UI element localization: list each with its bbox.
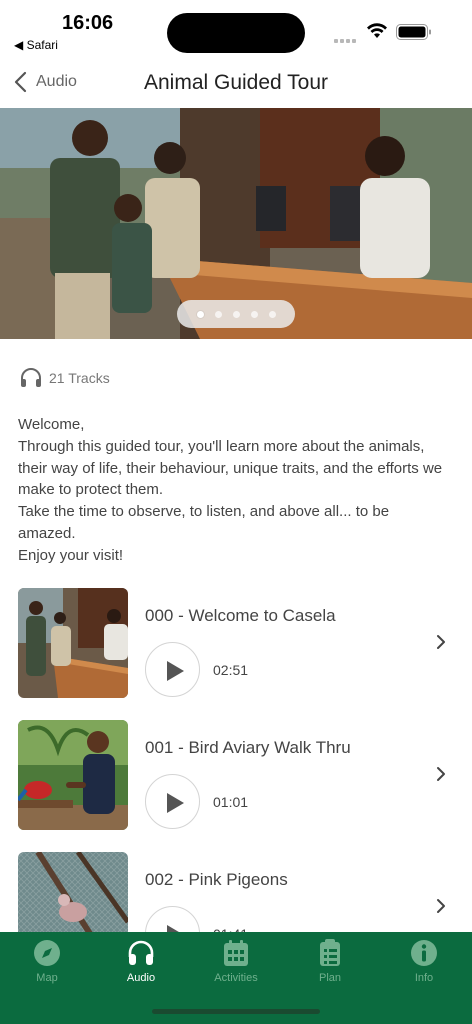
tab-activities[interactable]: Activities <box>196 938 276 994</box>
navigation-bar: Audio Animal Guided Tour <box>0 58 472 108</box>
track-list-item[interactable]: 001 - Bird Aviary Walk Thru 01:01 <box>0 720 472 832</box>
tab-label: Audio <box>126 972 156 984</box>
pager-dot[interactable] <box>214 310 222 318</box>
status-bar: 16:06 ◀ Safari <box>0 0 472 58</box>
play-icon <box>167 661 184 681</box>
tracks-count-label: 21 Tracks <box>49 370 110 386</box>
intro-paragraph: Take the time to observe, to listen, and… <box>18 503 390 542</box>
chevron-right-icon[interactable] <box>434 633 448 651</box>
pager-dot[interactable] <box>268 310 276 318</box>
track-thumbnail <box>18 720 128 830</box>
headphones-icon <box>21 368 41 387</box>
dynamic-island <box>167 13 305 53</box>
play-button[interactable] <box>145 774 200 829</box>
status-time: 16:06 <box>62 12 114 34</box>
intro-paragraph: Through this guided tour, you'll learn m… <box>18 437 443 499</box>
tracks-count: 21 Tracks <box>19 367 110 389</box>
tab-label: Activities <box>214 972 258 984</box>
tab-map[interactable]: Map <box>7 938 87 994</box>
track-title: 001 - Bird Aviary Walk Thru <box>145 738 351 757</box>
track-title: 000 - Welcome to Casela <box>145 606 336 625</box>
tab-audio[interactable]: Audio <box>101 938 181 994</box>
back-to-safari-link[interactable]: ◀ Safari <box>14 38 58 52</box>
pager-dot[interactable] <box>232 310 240 318</box>
tab-label: Plan <box>318 972 342 984</box>
carousel-pager[interactable] <box>177 300 295 328</box>
page-title: Animal Guided Tour <box>143 71 329 94</box>
hero-carousel[interactable] <box>0 108 472 339</box>
tour-description: Welcome, Through this guided tour, you'l… <box>18 414 448 567</box>
tab-label: Info <box>414 972 434 984</box>
home-indicator[interactable] <box>152 1009 320 1014</box>
info-icon <box>411 940 437 966</box>
track-thumbnail <box>18 588 128 698</box>
play-button[interactable] <box>145 642 200 697</box>
track-duration: 02:51 <box>213 662 249 678</box>
play-icon <box>167 793 184 813</box>
battery-icon <box>396 24 431 40</box>
tab-info[interactable]: Info <box>384 938 464 994</box>
track-list-item[interactable]: 000 - Welcome to Casela 02:51 <box>0 588 472 700</box>
cellular-signal-icon <box>334 30 358 48</box>
calendar-icon <box>224 940 248 966</box>
pager-dot[interactable] <box>250 310 258 318</box>
tab-plan[interactable]: Plan <box>290 938 370 994</box>
track-duration: 01:01 <box>213 794 249 810</box>
headphones-icon <box>128 940 154 965</box>
track-title: 002 - Pink Pigeons <box>145 870 288 889</box>
intro-greeting: Welcome, <box>18 416 85 433</box>
clipboard-icon <box>320 939 340 966</box>
chevron-right-icon[interactable] <box>434 765 448 783</box>
chevron-right-icon[interactable] <box>434 897 448 915</box>
compass-icon <box>34 940 60 966</box>
intro-signoff: Enjoy your visit! <box>18 546 124 564</box>
pager-dot[interactable] <box>196 310 204 318</box>
wifi-icon <box>367 23 387 38</box>
tab-label: Map <box>36 972 58 984</box>
